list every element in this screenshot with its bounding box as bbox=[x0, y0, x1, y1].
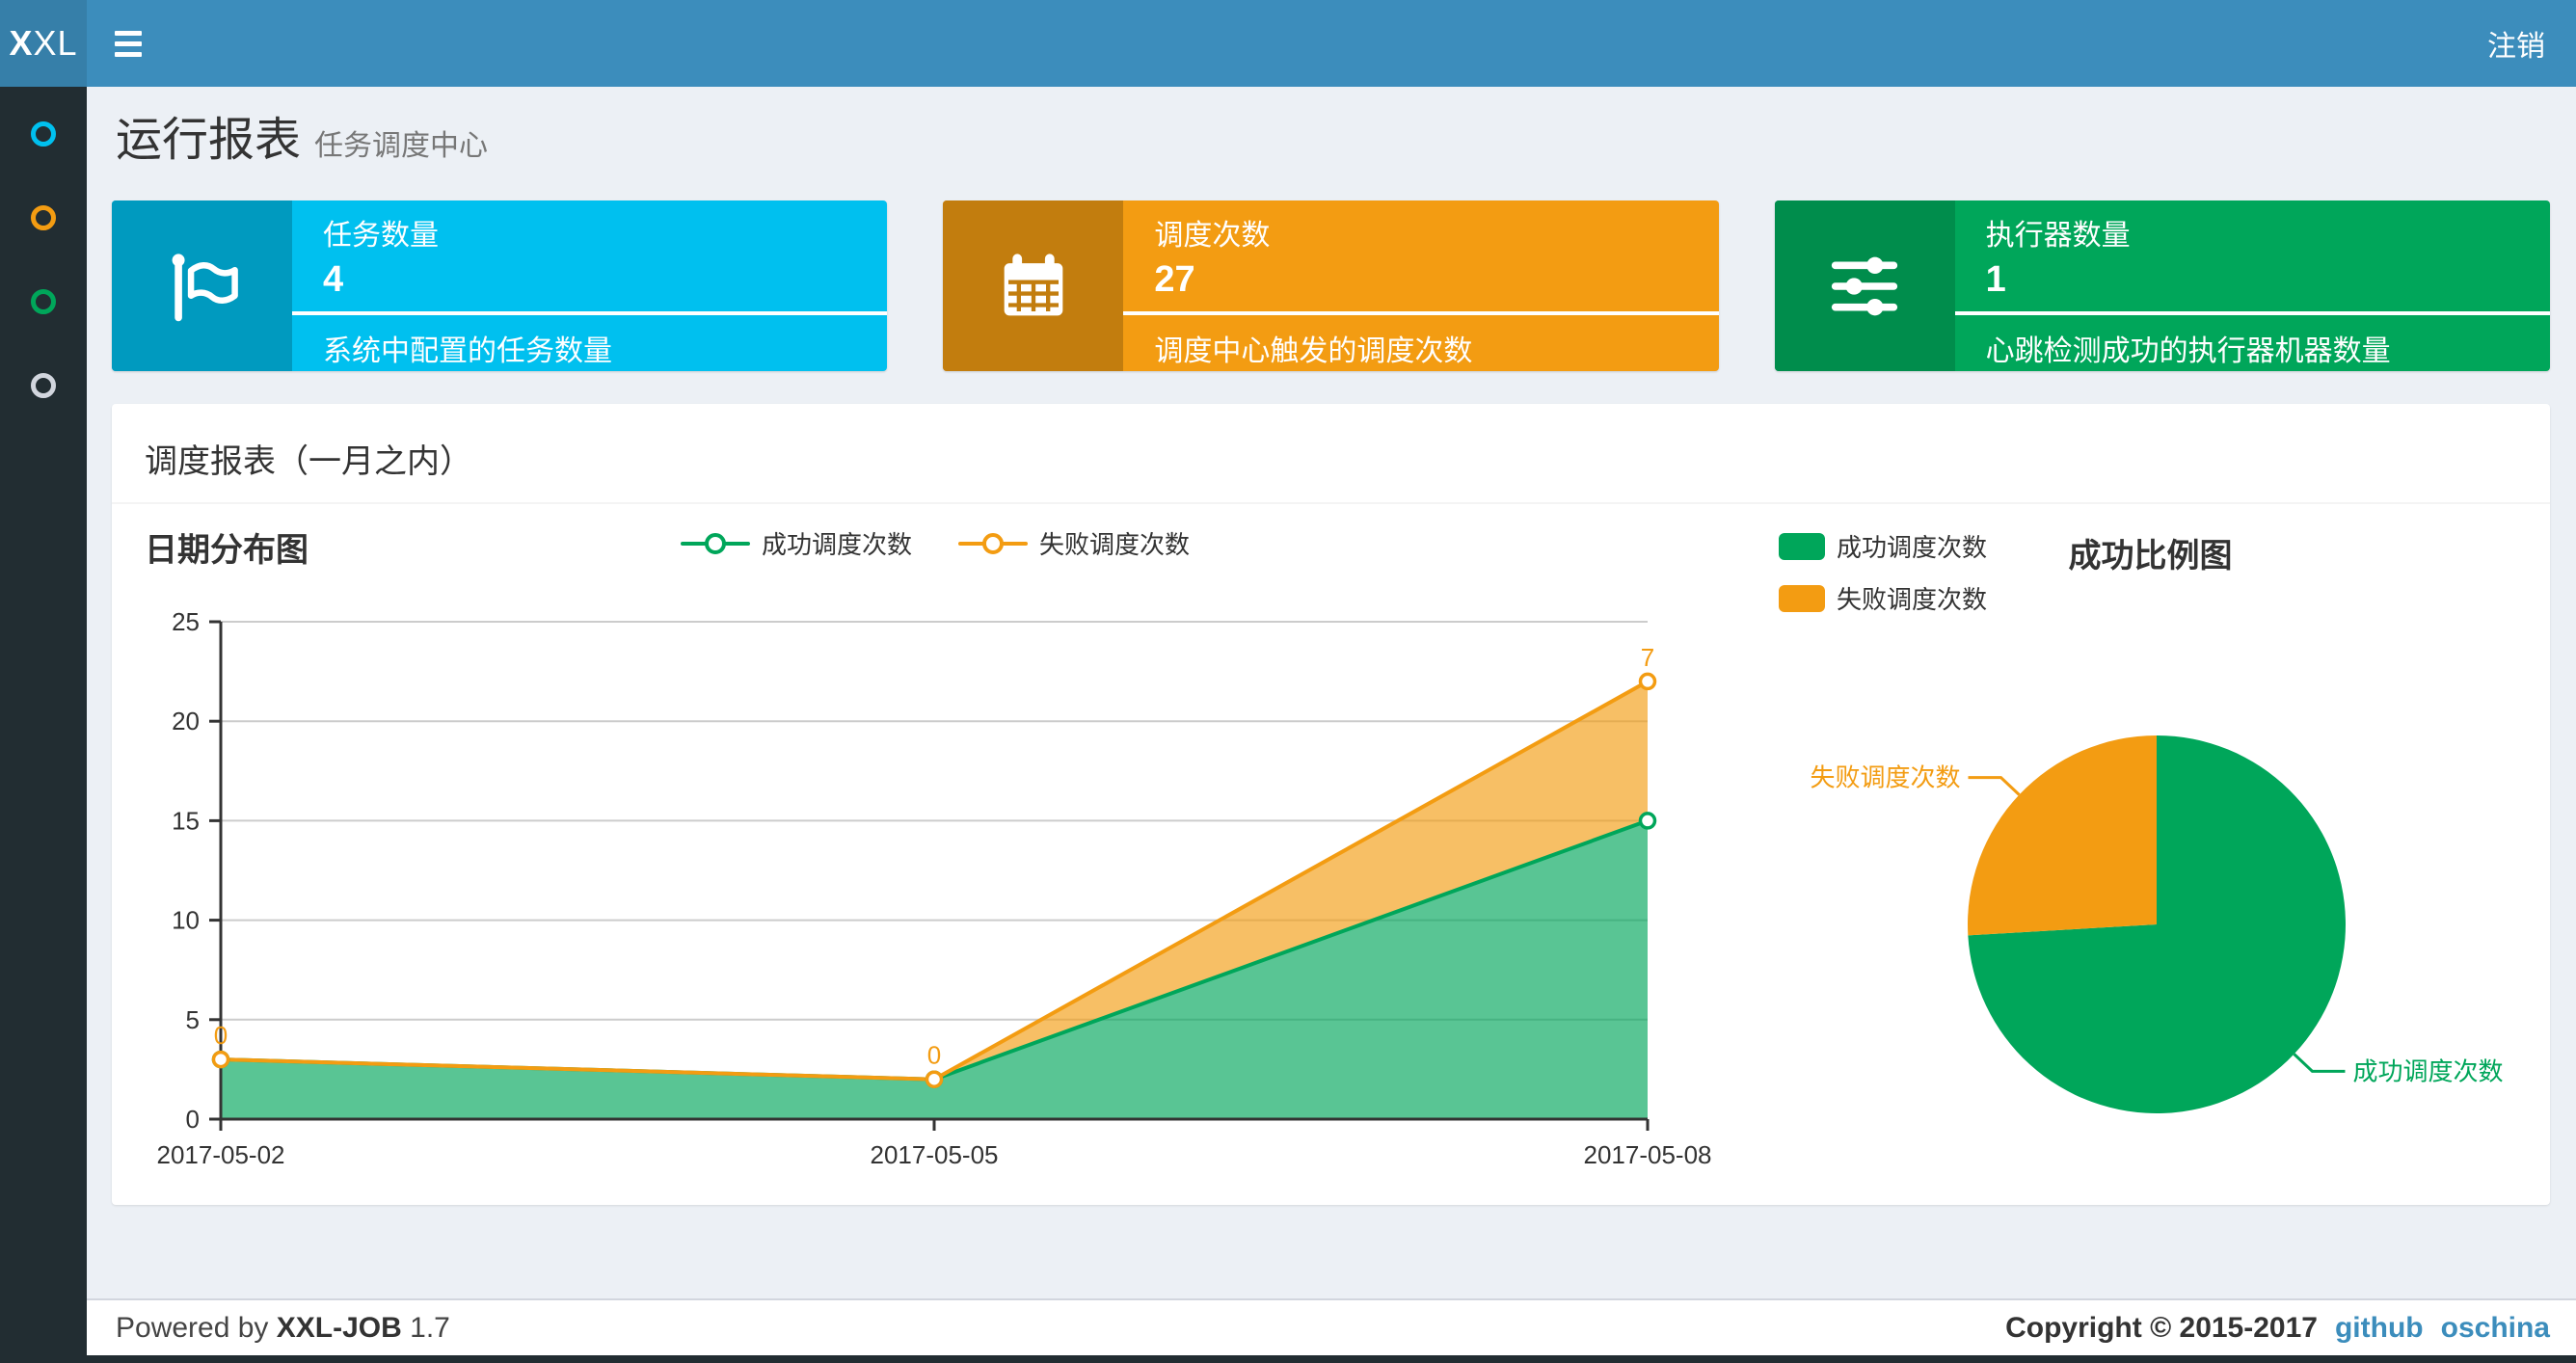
circle-o-icon bbox=[31, 373, 56, 398]
sidebar-item-2[interactable] bbox=[0, 189, 87, 247]
page-header: 运行报表 任务调度中心 bbox=[87, 87, 2576, 200]
top-navbar: XXL 注销 bbox=[0, 0, 2576, 87]
divider bbox=[1954, 311, 2550, 316]
sidebar-item-3[interactable] bbox=[0, 273, 87, 331]
svg-text:0: 0 bbox=[927, 1041, 941, 1070]
svg-text:2017-05-08: 2017-05-08 bbox=[1584, 1140, 1712, 1169]
swatch-icon bbox=[1779, 584, 1825, 612]
line-series-icon bbox=[958, 532, 1028, 554]
logo-bold: X bbox=[9, 23, 34, 63]
info-box-executors: 执行器数量 1 心跳检测成功的执行器机器数量 bbox=[1774, 200, 2550, 371]
sidebar bbox=[0, 87, 87, 1355]
circle-o-icon bbox=[31, 289, 56, 314]
svg-text:20: 20 bbox=[172, 707, 200, 735]
date-distribution-chart: 日期分布图 成功调度次数 失败调度次数 0 5 10 15 20 25 2017… bbox=[145, 516, 1726, 1195]
svg-text:2017-05-02: 2017-05-02 bbox=[157, 1140, 285, 1169]
copyright: Copyright © 2015-2017 bbox=[2005, 1311, 2318, 1344]
legend-label: 失败调度次数 bbox=[1837, 585, 1988, 614]
svg-text:失败调度次数: 失败调度次数 bbox=[1811, 763, 1961, 792]
powered-by: Powered by XXL-JOB 1.7 bbox=[116, 1312, 450, 1345]
svg-text:15: 15 bbox=[172, 806, 200, 835]
stacked-area-chart: 05101520252017-05-02 2017-05-05 2017-05-08… bbox=[157, 607, 1712, 1169]
footer: Powered by XXL-JOB 1.7 Copyright © 2015-… bbox=[87, 1298, 2576, 1355]
legend-item-fail[interactable]: 失败调度次数 bbox=[958, 525, 1190, 561]
app-logo[interactable]: XXL bbox=[0, 0, 87, 87]
divider bbox=[292, 311, 888, 316]
panel-body: 日期分布图 成功调度次数 失败调度次数 0 5 10 15 20 25 2017… bbox=[112, 504, 2550, 1195]
svg-text:5: 5 bbox=[186, 1005, 200, 1034]
page-subtitle: 任务调度中心 bbox=[314, 130, 489, 162]
svg-text:10: 10 bbox=[172, 906, 200, 935]
legend-item-fail[interactable]: 失败调度次数 bbox=[1779, 580, 1987, 616]
circle-o-icon bbox=[31, 205, 56, 230]
svg-text:7: 7 bbox=[1641, 643, 1654, 672]
info-box-value: 1 bbox=[1985, 258, 2006, 300]
legend-item-success[interactable]: 成功调度次数 bbox=[1779, 528, 1987, 564]
info-box-value: 4 bbox=[323, 258, 344, 300]
brand-name: XXL-JOB bbox=[276, 1311, 402, 1344]
sidebar-item-1[interactable] bbox=[0, 105, 87, 163]
success-ratio-chart: 成功调度次数 失败调度次数 成功比例图 成功调度次数 失败调度次数 bbox=[1726, 516, 2517, 1195]
flag-icon bbox=[112, 200, 292, 371]
svg-text:25: 25 bbox=[172, 607, 200, 636]
line-chart-legend: 成功调度次数 失败调度次数 bbox=[145, 525, 1726, 561]
line-chart-header: 日期分布图 成功调度次数 失败调度次数 bbox=[145, 516, 1726, 574]
swatch-icon bbox=[1779, 532, 1825, 560]
svg-text:0: 0 bbox=[214, 1021, 228, 1050]
calendar-icon bbox=[943, 200, 1124, 371]
legend-item-success[interactable]: 成功调度次数 bbox=[680, 525, 912, 561]
info-box-value: 27 bbox=[1154, 258, 1195, 300]
info-box-label: 执行器数量 bbox=[1985, 220, 2131, 252]
divider bbox=[1123, 311, 1719, 316]
xxl-job-dashboard: XXL 注销 运行报表 任务调度中心 任务数量 4 系统中配置的任务数量 调度次… bbox=[0, 0, 2576, 1363]
svg-text:成功调度次数: 成功调度次数 bbox=[2352, 1056, 2503, 1085]
logo-rest: XL bbox=[33, 23, 78, 63]
legend-label: 成功调度次数 bbox=[761, 530, 912, 559]
line-series-icon bbox=[680, 532, 750, 554]
legend-label: 成功调度次数 bbox=[1837, 533, 1988, 562]
circle-o-icon bbox=[31, 121, 56, 147]
info-box-content: 调度次数 27 调度中心触发的调度次数 bbox=[1123, 200, 1719, 371]
info-box-desc: 调度中心触发的调度次数 bbox=[1154, 335, 1473, 368]
legend-label: 失败调度次数 bbox=[1039, 530, 1191, 559]
oschina-link[interactable]: oschina bbox=[2441, 1312, 2550, 1345]
sliders-icon bbox=[1774, 200, 1955, 371]
info-box-desc: 系统中配置的任务数量 bbox=[323, 335, 612, 368]
info-box-desc: 心跳检测成功的执行器机器数量 bbox=[1985, 335, 2391, 368]
info-box-jobs: 任务数量 4 系统中配置的任务数量 bbox=[112, 200, 888, 371]
info-box-row: 任务数量 4 系统中配置的任务数量 调度次数 27 调度中心触发的调度次数 执行… bbox=[112, 200, 2550, 371]
version: 1.7 bbox=[410, 1311, 450, 1344]
report-panel: 调度报表（一月之内） 日期分布图 成功调度次数 失败调度次数 0 5 10 15… bbox=[112, 404, 2550, 1205]
info-box-triggers: 调度次数 27 调度中心触发的调度次数 bbox=[943, 200, 1719, 371]
svg-text:0: 0 bbox=[186, 1105, 200, 1134]
sidebar-item-4[interactable] bbox=[0, 357, 87, 414]
logout-button[interactable]: 注销 bbox=[2456, 0, 2576, 87]
info-box-content: 任务数量 4 系统中配置的任务数量 bbox=[292, 200, 888, 371]
footer-right: Copyright © 2015-2017 github oschina bbox=[2005, 1312, 2550, 1345]
pie-chart-legend: 成功调度次数 失败调度次数 bbox=[1779, 528, 1987, 616]
pie-chart: 成功调度次数 失败调度次数 bbox=[1811, 735, 2503, 1113]
hamburger-icon[interactable] bbox=[87, 0, 170, 87]
page-title: 运行报表 bbox=[116, 115, 302, 166]
info-box-content: 执行器数量 1 心跳检测成功的执行器机器数量 bbox=[1954, 200, 2550, 371]
info-box-label: 调度次数 bbox=[1154, 220, 1271, 252]
info-box-label: 任务数量 bbox=[323, 220, 439, 252]
panel-title: 调度报表（一月之内） bbox=[112, 404, 2550, 504]
powered-by-text: Powered by bbox=[116, 1311, 269, 1344]
github-link[interactable]: github bbox=[2335, 1312, 2424, 1345]
content-area: 运行报表 任务调度中心 任务数量 4 系统中配置的任务数量 调度次数 27 调度… bbox=[87, 87, 2576, 1298]
svg-text:2017-05-05: 2017-05-05 bbox=[871, 1140, 999, 1169]
